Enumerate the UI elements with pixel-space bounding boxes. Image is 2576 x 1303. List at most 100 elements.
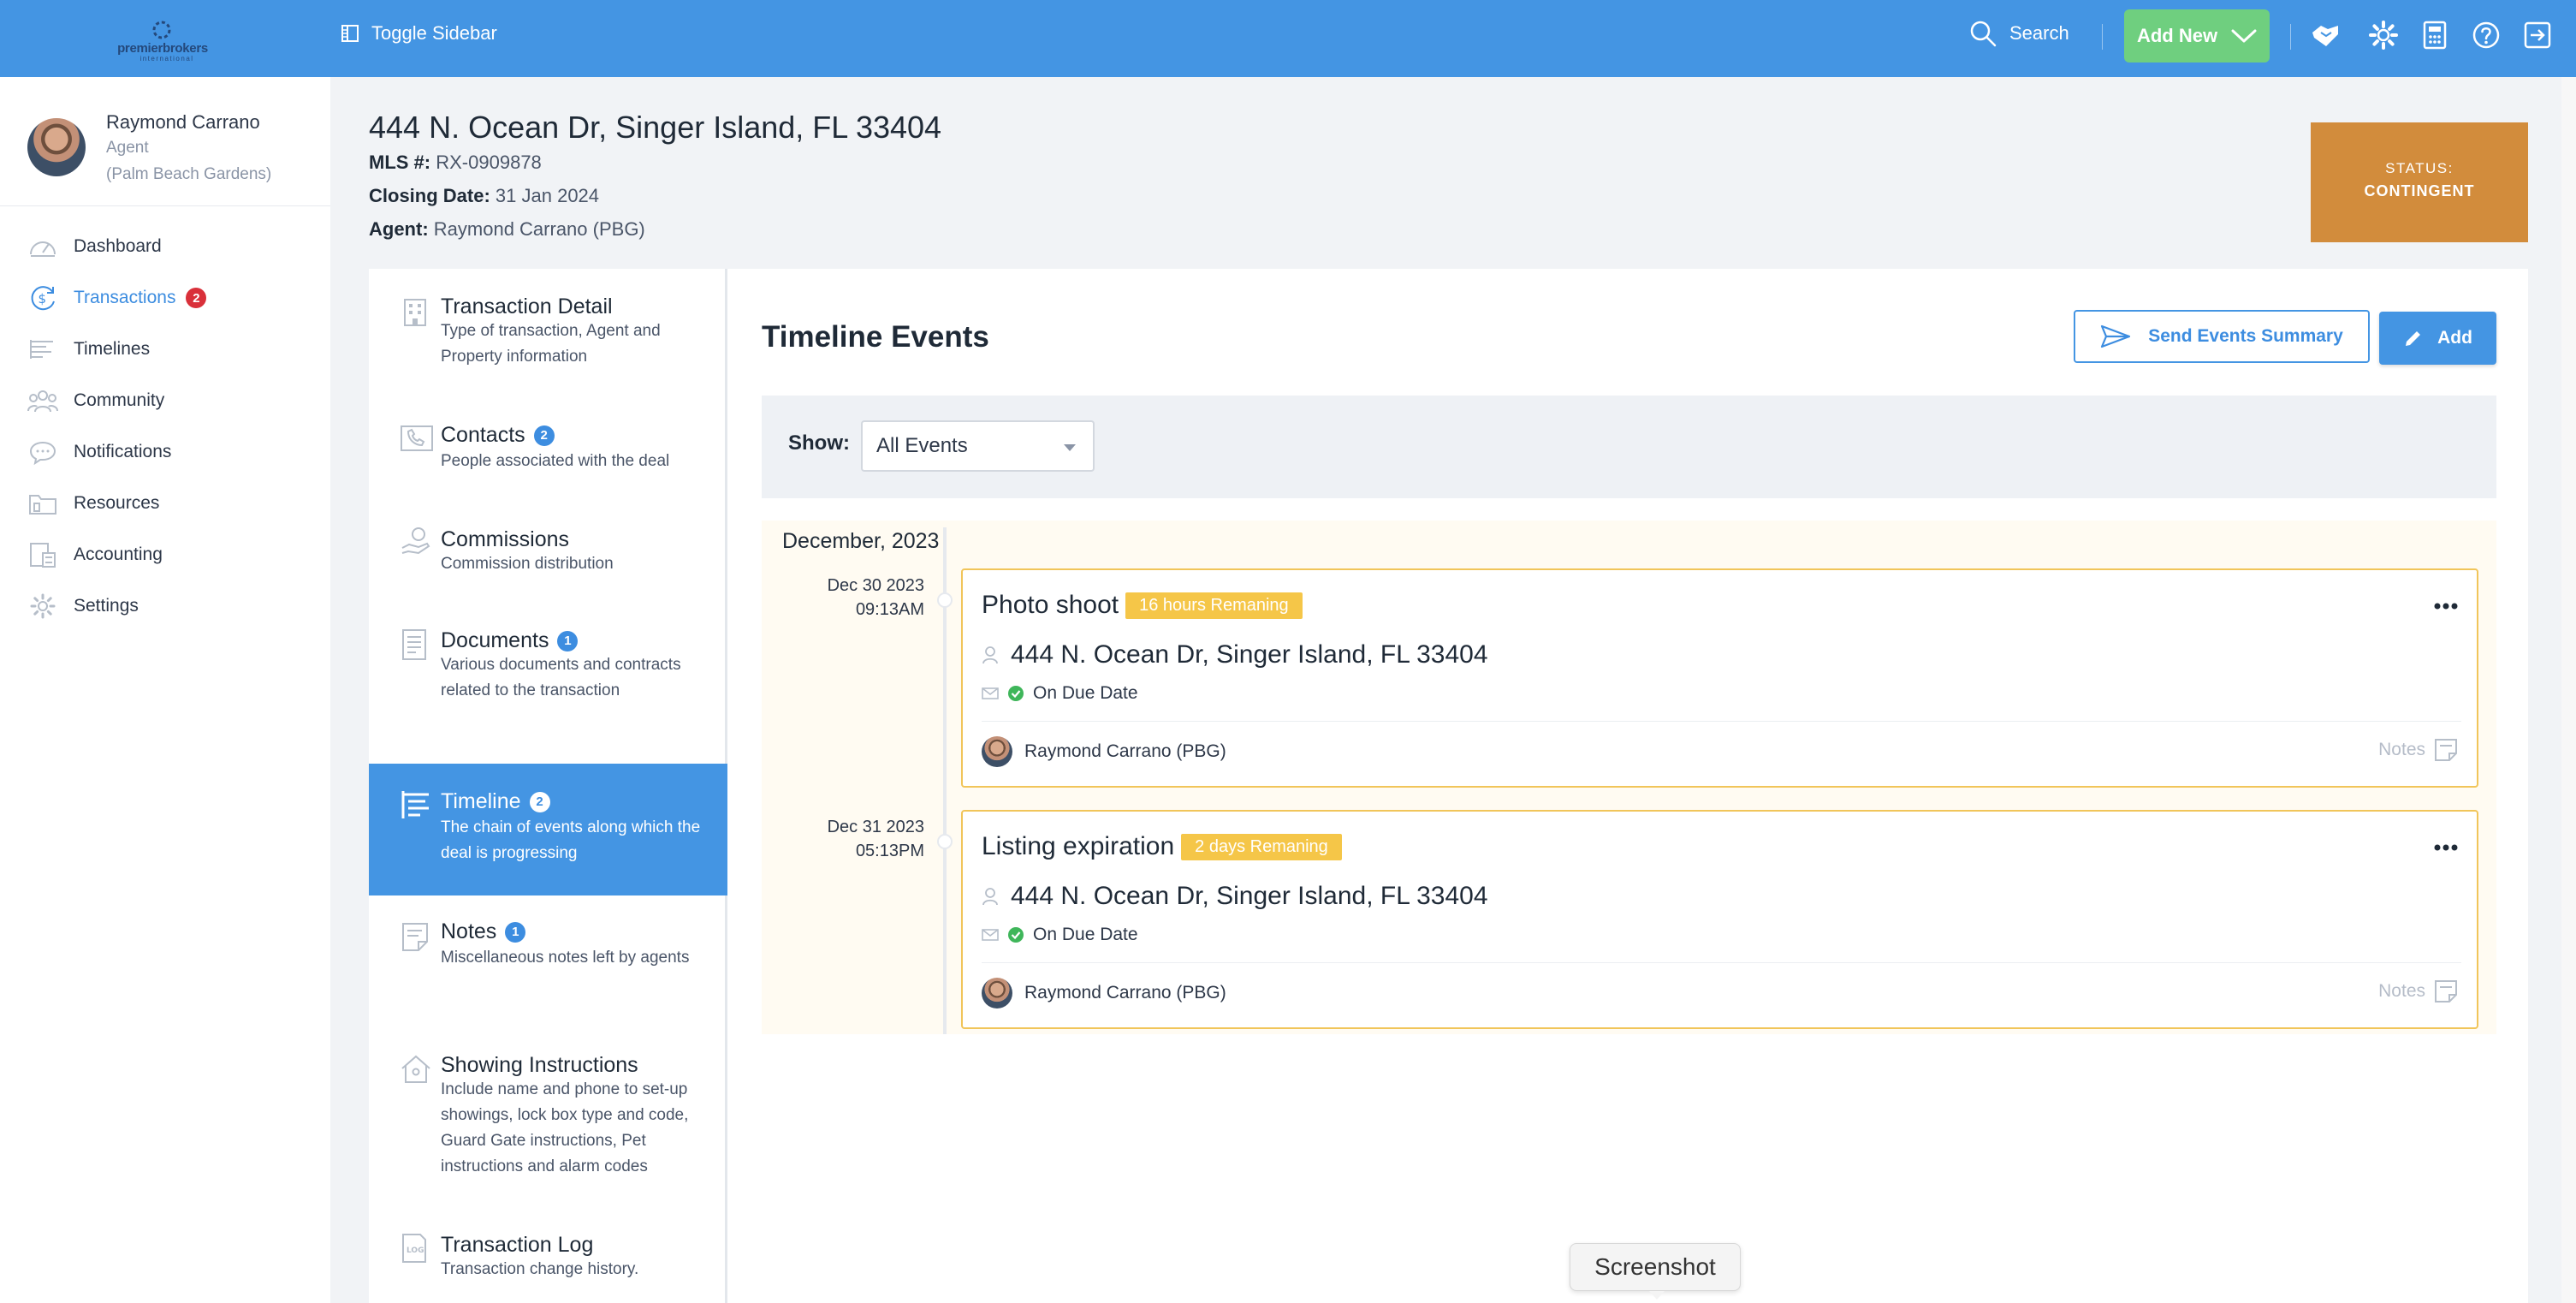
events-filter-bar: Show: All Events xyxy=(762,396,2496,498)
sidebar-item-community[interactable]: Community xyxy=(27,384,164,418)
user-role: Agent xyxy=(106,139,149,157)
user-avatar[interactable] xyxy=(27,118,86,176)
send-events-summary-label: Send Events Summary xyxy=(2148,326,2343,346)
check-circle-icon xyxy=(1008,927,1024,943)
subnav-transaction-log[interactable]: LOG Transaction Log Transaction change h… xyxy=(369,1211,727,1303)
toolbar-divider xyxy=(2290,24,2291,50)
gear-icon[interactable] xyxy=(2369,21,2398,50)
subnav-title: Notes xyxy=(441,919,497,943)
phone-contact-icon xyxy=(401,425,433,451)
closing-date: Closing Date: 31 Jan 2024 xyxy=(369,185,599,207)
sidebar-item-timelines[interactable]: Timelines xyxy=(27,332,150,366)
event-assignee: Raymond Carrano (PBG) xyxy=(982,736,1226,767)
transaction-subnav: Transaction Detail Type of transaction, … xyxy=(369,269,727,1303)
subnav-contacts[interactable]: Contacts 2 People associated with the de… xyxy=(369,397,727,500)
event-filter-select[interactable]: All Events xyxy=(861,420,1095,472)
help-question-icon[interactable] xyxy=(2472,21,2501,50)
add-new-dropdown-button[interactable]: Add New xyxy=(2124,9,2270,62)
subnav-title: Transaction Detail xyxy=(441,295,613,318)
timeline-event-card[interactable]: Photo shoot 16 hours Remaning 444 N. Oce… xyxy=(961,568,2478,788)
left-sidebar: Raymond Carrano Agent (Palm Beach Garden… xyxy=(0,77,330,1303)
event-notes-link[interactable]: Notes xyxy=(2378,979,2458,1003)
more-options-icon[interactable] xyxy=(2434,844,2458,851)
subnav-transaction-detail[interactable]: Transaction Detail Type of transaction, … xyxy=(369,269,727,397)
toggle-sidebar-button[interactable]: Toggle Sidebar xyxy=(341,22,497,45)
subnav-description: The chain of events along which the deal… xyxy=(441,818,701,862)
chat-bubble-icon xyxy=(29,441,56,465)
agent-label: Agent: xyxy=(369,218,429,240)
event-agent-name: Raymond Carrano (PBG) xyxy=(1024,983,1226,1003)
document-icon xyxy=(402,629,426,660)
brand-logo[interactable]: premierbrokers international xyxy=(111,17,214,63)
subnav-title: Contacts xyxy=(441,423,525,447)
building-icon xyxy=(404,299,426,326)
timeline-event-card[interactable]: Listing expiration 2 days Remaning 444 N… xyxy=(961,810,2478,1029)
event-date: Dec 31 2023 xyxy=(827,818,924,836)
add-event-label: Add xyxy=(2437,328,2472,348)
event-title-row: Listing expiration 2 days Remaning xyxy=(982,832,1342,861)
subnav-description: Include name and phone to set-up showing… xyxy=(441,1080,689,1175)
agent-avatar xyxy=(982,736,1012,767)
logo-wordmark: premierbrokers xyxy=(117,41,208,56)
timeline-marker xyxy=(937,834,953,849)
sidebar-item-accounting[interactable]: Accounting xyxy=(27,538,163,572)
month-heading: December, 2023 xyxy=(782,529,940,553)
search-button[interactable]: Search xyxy=(1968,19,2069,48)
event-time: 09:13AM xyxy=(855,600,924,619)
status-badge: STATUS: CONTINGENT xyxy=(2311,122,2528,242)
property-address-title: 444 N. Ocean Dr, Singer Island, FL 33404 xyxy=(369,110,942,145)
subnav-notes[interactable]: Notes 1 Miscellaneous notes left by agen… xyxy=(369,895,727,1029)
more-options-icon[interactable] xyxy=(2434,603,2458,610)
user-name: Raymond Carrano xyxy=(106,111,260,133)
folder-icon xyxy=(29,495,56,515)
check-circle-icon xyxy=(1008,686,1024,701)
event-divider xyxy=(982,721,2461,722)
add-new-label: Add New xyxy=(2136,25,2218,46)
logo-mark-icon xyxy=(152,21,171,39)
subnav-showing-instructions[interactable]: Showing Instructions Include name and ph… xyxy=(369,1029,727,1200)
hand-money-icon xyxy=(401,527,430,555)
transactions-count-badge: 2 xyxy=(186,288,207,308)
sidebar-item-resources[interactable]: Resources xyxy=(27,486,159,521)
event-address: 444 N. Ocean Dr, Singer Island, FL 33404 xyxy=(1011,640,1488,669)
sidebar-item-settings[interactable]: Settings xyxy=(27,589,139,623)
subnav-commissions[interactable]: Commissions Commission distribution xyxy=(369,500,727,603)
subnav-description: Miscellaneous notes left by agents xyxy=(441,949,690,967)
event-notes-link[interactable]: Notes xyxy=(2378,738,2458,762)
sidebar-item-dashboard[interactable]: Dashboard xyxy=(27,229,162,264)
sidebar-divider xyxy=(0,205,330,206)
closing-date-label: Closing Date: xyxy=(369,185,490,206)
event-due-label: On Due Date xyxy=(1033,683,1138,703)
calculator-icon[interactable] xyxy=(2422,21,2448,50)
event-assignee: Raymond Carrano (PBG) xyxy=(982,978,1226,1008)
subnav-documents[interactable]: Documents 1 Various documents and contra… xyxy=(369,603,727,736)
logout-icon[interactable] xyxy=(2523,21,2552,50)
timeline-events-title: Timeline Events xyxy=(762,320,989,354)
person-outline-icon xyxy=(982,646,998,664)
subnav-timeline[interactable]: Timeline 2 The chain of events along whi… xyxy=(369,764,727,895)
subnav-title: Transaction Log xyxy=(441,1233,594,1257)
documents-count-badge: 1 xyxy=(557,630,579,652)
agent-value: Raymond Carrano (PBG) xyxy=(433,218,645,240)
logo-tagline: international xyxy=(139,55,194,62)
notes-count-badge: 1 xyxy=(505,921,526,943)
sidebar-toggle-icon xyxy=(341,25,359,42)
sidebar-item-notifications[interactable]: Notifications xyxy=(27,435,171,469)
page-scrollbar[interactable] xyxy=(2561,77,2576,1303)
agent-avatar xyxy=(982,978,1012,1008)
sidebar-item-transactions[interactable]: $ Transactions 2 xyxy=(27,281,207,315)
time-remaining-badge: 2 days Remaning xyxy=(1181,833,1342,860)
event-date: Dec 30 2023 xyxy=(827,576,924,595)
event-filter-value: All Events xyxy=(876,434,968,457)
mls-number: MLS #: RX-0909878 xyxy=(369,152,542,174)
mls-value: RX-0909878 xyxy=(436,152,542,173)
send-events-summary-button[interactable]: Send Events Summary xyxy=(2074,310,2370,363)
timeline-marker xyxy=(937,592,953,608)
handshake-icon[interactable] xyxy=(2309,21,2342,51)
top-bar: premierbrokers international Toggle Side… xyxy=(0,0,2576,77)
agent-info: Agent: Raymond Carrano (PBG) xyxy=(369,218,645,241)
timeline-list-icon xyxy=(401,791,429,818)
event-name: Photo shoot xyxy=(982,591,1119,619)
add-event-button[interactable]: Add xyxy=(2379,312,2496,365)
time-remaining-badge: 16 hours Remaning xyxy=(1125,592,1303,619)
